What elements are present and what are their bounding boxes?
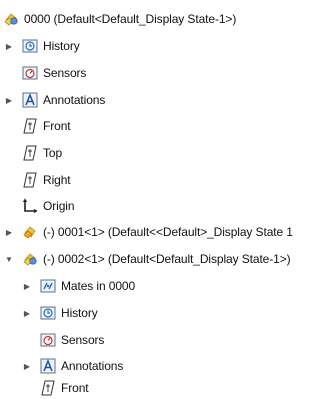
tree-item-label: (-) 0001<1> (Default<<Default>_Display S…: [43, 225, 293, 239]
tree-item-label: (-) 0002<1> (Default<Default_Display Sta…: [43, 252, 291, 266]
sensors-folder-icon: [40, 332, 56, 348]
tree-child-history[interactable]: ▶ History: [22, 303, 326, 323]
tree-item-component-0001[interactable]: ▶ (-) 0001<1> (Default<<Default>_Display…: [4, 222, 326, 242]
expand-arrow-icon[interactable]: ▶: [22, 361, 32, 371]
tree-item-history[interactable]: ▶ History: [4, 36, 326, 56]
assembly-icon: [3, 11, 19, 27]
tree-item-front-plane[interactable]: Front: [22, 116, 326, 136]
tree-item-label: Annotations: [61, 359, 124, 373]
history-folder-icon: [22, 38, 38, 54]
subassembly-icon: [22, 224, 38, 240]
annotations-folder-icon: [40, 358, 56, 374]
origin-icon: [22, 198, 38, 214]
tree-item-sensors[interactable]: Sensors: [22, 63, 326, 83]
tree-item-annotations[interactable]: ▶ Annotations: [4, 90, 326, 110]
expand-arrow-icon[interactable]: ▶: [4, 227, 14, 237]
subassembly-icon: [22, 251, 38, 267]
tree-child-sensors[interactable]: Sensors: [40, 330, 326, 350]
tree-item-origin[interactable]: Origin: [22, 196, 326, 216]
expand-arrow-icon[interactable]: ▶: [22, 281, 32, 291]
plane-icon: [22, 172, 38, 188]
mates-folder-icon: [40, 278, 56, 294]
tree-item-label: Front: [61, 381, 89, 395]
tree-item-label: History: [61, 306, 98, 320]
tree-item-label: History: [43, 39, 80, 53]
plane-icon: [40, 380, 56, 396]
history-folder-icon: [40, 305, 56, 321]
expand-arrow-icon[interactable]: ▶: [22, 308, 32, 318]
plane-icon: [22, 145, 38, 161]
tree-root-label: 0000 (Default<Default_Display State-1>): [24, 12, 237, 26]
tree-item-component-0002[interactable]: ▼ (-) 0002<1> (Default<Default_Display S…: [4, 249, 326, 269]
tree-item-label: Right: [43, 173, 71, 187]
annotations-folder-icon: [22, 92, 38, 108]
expand-arrow-icon[interactable]: ▶: [4, 95, 14, 105]
tree-item-label: Mates in 0000: [61, 279, 136, 293]
collapse-arrow-icon[interactable]: ▼: [4, 254, 14, 264]
tree-item-label: Origin: [43, 199, 75, 213]
tree-child-front-plane[interactable]: Front: [40, 378, 326, 398]
sensors-folder-icon: [22, 65, 38, 81]
tree-item-label: Annotations: [43, 93, 106, 107]
tree-child-annotations[interactable]: ▶ Annotations: [22, 356, 326, 376]
feature-tree: 0000 (Default<Default_Display State-1>) …: [0, 0, 326, 399]
tree-item-label: Top: [43, 146, 63, 160]
expand-arrow-icon[interactable]: ▶: [4, 41, 14, 51]
tree-item-label: Sensors: [61, 333, 105, 347]
tree-item-label: Sensors: [43, 66, 87, 80]
tree-root[interactable]: 0000 (Default<Default_Display State-1>): [3, 9, 326, 29]
tree-item-top-plane[interactable]: Top: [22, 143, 326, 163]
tree-child-mates[interactable]: ▶ Mates in 0000: [22, 276, 326, 296]
plane-icon: [22, 118, 38, 134]
tree-item-label: Front: [43, 119, 71, 133]
tree-item-right-plane[interactable]: Right: [22, 170, 326, 190]
